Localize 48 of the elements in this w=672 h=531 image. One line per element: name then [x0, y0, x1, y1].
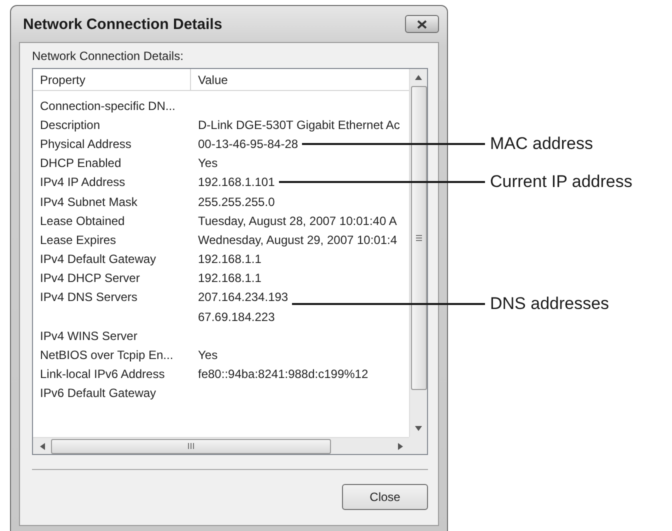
property-cell: IPv4 Default Gateway	[40, 252, 156, 266]
window-close-button[interactable]	[405, 15, 439, 33]
value-cell: Tuesday, August 28, 2007 10:01:40 A	[198, 214, 397, 228]
property-cell: IPv4 Subnet Mask	[40, 194, 138, 209]
property-cell: Lease Expires	[40, 232, 116, 247]
value-cell: 192.168.1.101	[198, 175, 275, 190]
callout-label: Current IP address	[490, 172, 632, 192]
callout-label: MAC address	[490, 134, 593, 154]
value-cell: 00-13-46-95-84-28	[198, 136, 298, 151]
value-cell: fe80::94ba:8241:988d:c199%12	[198, 367, 368, 382]
close-button[interactable]: Close	[342, 484, 428, 510]
column-header[interactable]: Property	[33, 69, 191, 90]
property-cell: IPv4 WINS Server	[40, 328, 138, 343]
property-cell: DHCP Enabled	[40, 156, 122, 170]
property-cell: IPv4 IP Address	[40, 175, 126, 190]
scroll-left-icon	[40, 442, 44, 450]
value-cell: 255.255.255.0	[198, 194, 275, 209]
property-cell: IPv6 Default Gateway	[40, 386, 156, 400]
value-cell: 192.168.1.1	[198, 252, 262, 266]
window-title: Network Connection Details	[23, 16, 222, 32]
close-icon	[417, 20, 427, 28]
grip-icon	[416, 235, 422, 241]
value-cell: D-Link DGE-530T Gigabit Ethernet Ac	[198, 118, 400, 132]
horizontal-scrollbar[interactable]	[33, 437, 409, 454]
scroll-right-icon	[398, 442, 402, 450]
column-header[interactable]: Value	[191, 69, 228, 90]
property-cell: Link-local IPv6 Address	[40, 367, 165, 382]
value-cell: 192.168.1.1	[198, 271, 262, 286]
property-cell: Connection-specific DN...	[40, 98, 176, 113]
scroll-up-icon	[415, 75, 422, 80]
list-label: Network Connection Details:	[32, 49, 184, 63]
scroll-thumb[interactable]	[410, 86, 426, 390]
property-cell: Description	[40, 118, 100, 132]
vertical-scrollbar[interactable]	[409, 69, 427, 437]
property-cell: NetBIOS over Tcpip En...	[40, 348, 174, 362]
property-cell: Lease Obtained	[40, 214, 125, 228]
value-cell: 207.164.234.193	[198, 290, 288, 304]
callout-label: DNS addresses	[490, 294, 610, 314]
value-cell: Yes	[198, 348, 218, 362]
property-cell: IPv4 DNS Servers	[40, 290, 138, 304]
property-cell: IPv4 DHCP Server	[40, 271, 140, 286]
value-cell: Yes	[198, 156, 218, 170]
value-cell: Wednesday, August 29, 2007 10:01:4	[198, 232, 398, 247]
property-cell: Physical Address	[40, 136, 132, 151]
value-cell: 67.69.184.223	[198, 310, 275, 324]
scroll-thumb[interactable]	[51, 438, 331, 454]
grip-icon	[188, 443, 194, 449]
scroll-down-icon	[415, 426, 422, 431]
